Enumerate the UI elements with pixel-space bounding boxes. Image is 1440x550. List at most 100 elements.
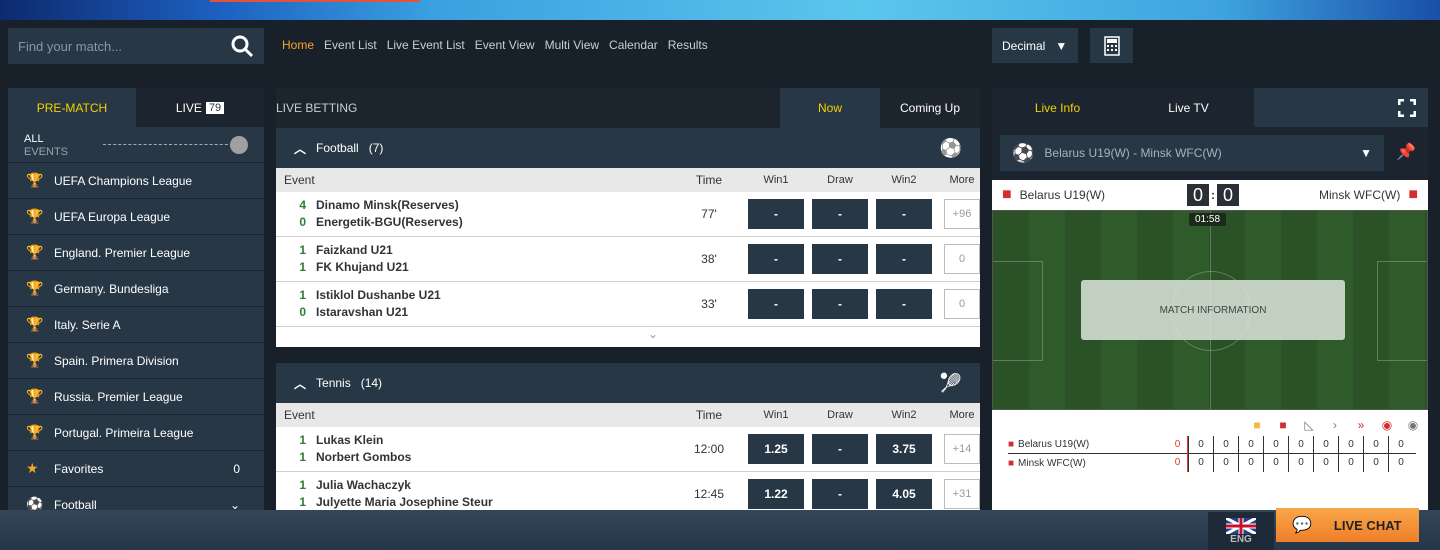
team-name: FK Khujand U21 xyxy=(316,260,409,274)
chevron-down-icon[interactable]: ⌄ xyxy=(230,498,240,511)
event-row[interactable]: 1 Lukas Klein 1 Norbert Gombos 12:00 1.25-3.7… xyxy=(276,427,980,472)
match-select-value: Belarus U19(W) - Minsk WFC(W) xyxy=(1044,146,1222,160)
event-teams[interactable]: 1 Faizkand U21 1 FK Khujand U21 xyxy=(284,242,674,276)
jersey-icon: ■ xyxy=(1008,439,1015,450)
main-nav: Home Event List Live Event List Event View M… xyxy=(282,38,708,52)
odds-button-w2[interactable]: 3.75 xyxy=(876,434,932,464)
sidebar-item[interactable]: 🏆 Portugal. Primeira League xyxy=(8,415,264,451)
tab-coming-up[interactable]: Coming Up xyxy=(880,88,980,128)
calculator-icon xyxy=(1103,35,1120,56)
event-row[interactable]: 1 Istiklol Dushanbe U21 0 Istaravshan U21 33… xyxy=(276,282,980,327)
attack-icon: › xyxy=(1333,418,1337,432)
calculator-button[interactable] xyxy=(1090,28,1133,63)
star-icon: ★ xyxy=(26,460,39,476)
odds-button-w2[interactable]: - xyxy=(876,289,932,319)
odds-button-w1[interactable]: - xyxy=(748,244,804,274)
nav-link-calendar[interactable]: Calendar xyxy=(609,38,658,52)
sidebar-item[interactable]: 🏆 England. Premier League xyxy=(8,235,264,271)
more-markets-button[interactable]: 0 xyxy=(944,289,980,319)
odds-button-d[interactable]: - xyxy=(812,434,868,464)
away-score: 0 xyxy=(1217,184,1239,206)
event-teams[interactable]: 1 Istiklol Dushanbe U21 0 Istaravshan U21 xyxy=(284,287,674,321)
yellow-card-icon: ■ xyxy=(1253,418,1261,432)
odds-button-d[interactable]: - xyxy=(812,479,868,509)
nav-link-multi-view[interactable]: Multi View xyxy=(545,38,599,52)
stats-row: ■ Belarus U19(W) 0 0 0 0 0 0 0 0 0 0 xyxy=(1008,435,1416,454)
expand-chevron-icon[interactable]: ⌄ xyxy=(276,327,980,347)
trophy-icon: 🏆 xyxy=(26,280,44,296)
match-select[interactable]: ⚽ Belarus U19(W) - Minsk WFC(W) ▼ xyxy=(1000,135,1384,171)
search-icon[interactable] xyxy=(230,34,254,58)
event-row[interactable]: 1 Julia Wachaczyk 1 Julyette Maria Josephin… xyxy=(276,472,980,510)
live-betting-panel: LIVE BETTING Now Coming Up ︿ Football (7) ⚽… xyxy=(276,88,980,510)
sidebar-item[interactable]: 🏆 UEFA Europa League xyxy=(8,199,264,235)
nav-link-event-view[interactable]: Event View xyxy=(475,38,535,52)
event-row[interactable]: 1 Faizkand U21 1 FK Khujand U21 38' - - -0 xyxy=(276,237,980,282)
tab-live-tv[interactable]: Live TV xyxy=(1123,88,1254,127)
odds-button-d[interactable]: - xyxy=(812,289,868,319)
live-chat-button[interactable]: 💬 LIVE CHAT xyxy=(1276,508,1419,542)
tab-now[interactable]: Now xyxy=(780,88,880,128)
sidebar-item[interactable]: ★ Favorites 0 xyxy=(8,451,264,487)
sport-name: Football xyxy=(316,141,359,155)
event-teams[interactable]: 4 Dinamo Minsk(Reserves) 0 Energetik-BGU(Re… xyxy=(284,197,674,231)
sidebar: PRE-MATCH LIVE 79 ALL EVENTS 🏆 UEFA Champio… xyxy=(8,88,264,510)
event-time: 33' xyxy=(701,297,717,311)
fullscreen-button[interactable] xyxy=(1254,88,1428,127)
sidebar-item[interactable]: 🏆 Russia. Premier League xyxy=(8,379,264,415)
column-draw: Draw xyxy=(827,409,853,421)
odds-button-w1[interactable]: 1.25 xyxy=(748,434,804,464)
odds-button-w1[interactable]: 1.22 xyxy=(748,479,804,509)
match-information-button[interactable]: MATCH INFORMATION xyxy=(1081,280,1345,340)
odds-button-w2[interactable]: - xyxy=(876,244,932,274)
odds-button-w2[interactable]: - xyxy=(876,199,932,229)
sidebar-item[interactable]: 🏆 Germany. Bundesliga xyxy=(8,271,264,307)
odds-format-dropdown[interactable]: Decimal ▼ xyxy=(992,28,1078,63)
more-markets-button[interactable]: +14 xyxy=(944,434,980,464)
trophy-icon: 🏆 xyxy=(26,352,44,368)
more-markets-button[interactable]: 0 xyxy=(944,244,980,274)
slider-handle[interactable] xyxy=(230,136,248,154)
stat-value: 0 xyxy=(1263,435,1288,454)
nav-link-results[interactable]: Results xyxy=(668,38,708,52)
event-row[interactable]: 4 Dinamo Minsk(Reserves) 0 Energetik-BGU(Re… xyxy=(276,192,980,237)
more-markets-button[interactable]: +31 xyxy=(944,479,980,509)
language-selector[interactable]: ENG xyxy=(1208,512,1274,550)
more-markets-button[interactable]: +96 xyxy=(944,199,980,229)
chevron-up-icon[interactable]: ︿ xyxy=(294,140,306,157)
sport-header[interactable]: ︿ Tennis (14) 🎾 xyxy=(276,363,980,403)
nav-link-live-event-list[interactable]: Live Event List xyxy=(387,38,465,52)
team-score: 0 xyxy=(299,305,306,319)
nav-link-event-list[interactable]: Event List xyxy=(324,38,377,52)
tab-live[interactable]: LIVE 79 xyxy=(136,88,264,127)
sidebar-item[interactable]: 🏆 UEFA Champions League xyxy=(8,163,264,199)
nav-link-home[interactable]: Home xyxy=(282,38,314,52)
tab-live-info[interactable]: Live Info xyxy=(992,88,1123,127)
search-box[interactable] xyxy=(8,28,264,64)
home-score: 0 xyxy=(1187,184,1209,206)
odds-button-w2[interactable]: 4.05 xyxy=(876,479,932,509)
event-teams[interactable]: 1 Julia Wachaczyk 1 Julyette Maria Josephin… xyxy=(284,477,674,510)
trophy-icon: 🏆 xyxy=(26,388,44,404)
stat-value: 0 xyxy=(1168,454,1188,472)
sport-header[interactable]: ︿ Football (7) ⚽ xyxy=(276,128,980,168)
pin-button[interactable]: 📌 xyxy=(1396,142,1416,162)
events-slider[interactable] xyxy=(103,144,238,145)
chevron-up-icon[interactable]: ︿ xyxy=(294,375,306,392)
search-input[interactable] xyxy=(18,38,230,54)
odds-button-w1[interactable]: - xyxy=(748,199,804,229)
odds-button-d[interactable]: - xyxy=(812,199,868,229)
sidebar-item-label: England. Premier League xyxy=(54,245,191,260)
sidebar-item[interactable]: ⚽ Football ⌄ xyxy=(8,487,264,510)
team-score: 1 xyxy=(299,433,306,447)
sidebar-item[interactable]: 🏆 Spain. Primera Division xyxy=(8,343,264,379)
home-team: Belarus U19(W) xyxy=(1019,188,1106,202)
event-teams[interactable]: 1 Lukas Klein 1 Norbert Gombos xyxy=(284,432,674,466)
caret-down-icon: ▼ xyxy=(1360,146,1372,160)
odds-button-w1[interactable]: - xyxy=(748,289,804,319)
sidebar-item[interactable]: 🏆 Italy. Serie A xyxy=(8,307,264,343)
column-win1: Win1 xyxy=(763,174,789,186)
column-event: Event xyxy=(284,173,315,187)
odds-button-d[interactable]: - xyxy=(812,244,868,274)
tab-pre-match[interactable]: PRE-MATCH xyxy=(8,88,136,127)
